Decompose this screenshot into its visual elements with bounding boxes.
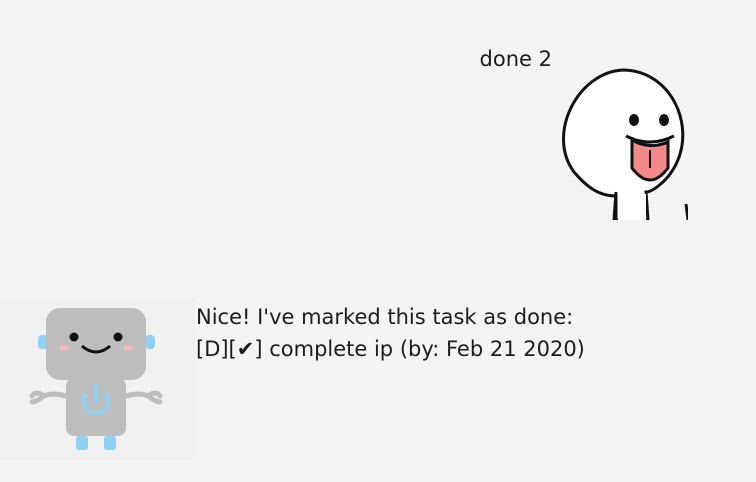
bot-message-row: Nice! I've marked this task as done: [D]… [0, 298, 756, 460]
bot-message-line-2: [D][✔] complete ip (by: Feb 21 2020) [196, 337, 585, 361]
bot-message-text: Nice! I've marked this task as done: [D]… [196, 301, 585, 365]
user-message-text: done 2 [479, 47, 552, 71]
chat-window: done 2 Nice! I've marked this task as do… [0, 0, 756, 482]
tongue-out-face-icon [558, 64, 690, 222]
bot-message-line-1: Nice! I've marked this task as done: [196, 305, 574, 329]
user-message-row: done 2 [0, 0, 756, 230]
robot-power-icon [0, 298, 195, 460]
